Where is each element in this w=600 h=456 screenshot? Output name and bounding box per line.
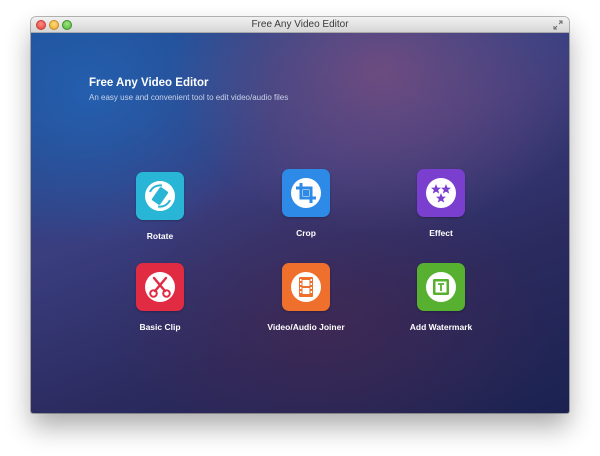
crop-label: Crop [296,228,316,238]
app-window: Free Any Video Editor Free Any Video Edi… [31,17,569,413]
rotate-tile-icon[interactable] [136,172,184,220]
app-title: Free Any Video Editor [89,77,209,89]
effect-tile-icon[interactable] [417,169,465,217]
tool-crop[interactable]: Crop [251,169,361,238]
joiner-tile-icon[interactable] [282,263,330,311]
joiner-label: Video/Audio Joiner [267,322,345,332]
title-bar: Free Any Video Editor [31,17,569,33]
stars-icon [426,178,456,208]
crop-icon [291,178,321,208]
watermark-icon [426,272,456,302]
rotate-label: Rotate [146,231,174,241]
scissors-icon [145,272,175,302]
crop-tile-icon[interactable] [282,169,330,217]
watermark-label: Add Watermark [409,322,473,332]
tool-effect[interactable]: Effect [386,169,496,238]
watermark-tile-icon[interactable] [417,263,465,311]
basic-clip-label: Basic Clip [139,322,181,332]
effect-label: Effect [429,228,453,238]
basic-clip-tile-icon[interactable] [136,263,184,311]
tool-basic-clip[interactable]: Basic Clip [105,263,215,332]
window-title: Free Any Video Editor [251,19,349,30]
tool-add-watermark[interactable]: Add Watermark [386,263,496,332]
film-icon [291,272,321,302]
fullscreen-icon[interactable] [553,20,563,30]
rotate-icon [145,181,175,211]
main-content: Free Any Video Editor An easy use and co… [31,33,569,413]
tool-video-audio-joiner[interactable]: Video/Audio Joiner [251,263,361,332]
tool-rotate[interactable]: Rotate [105,172,215,241]
app-subtitle: An easy use and convenient tool to edit … [89,93,289,102]
